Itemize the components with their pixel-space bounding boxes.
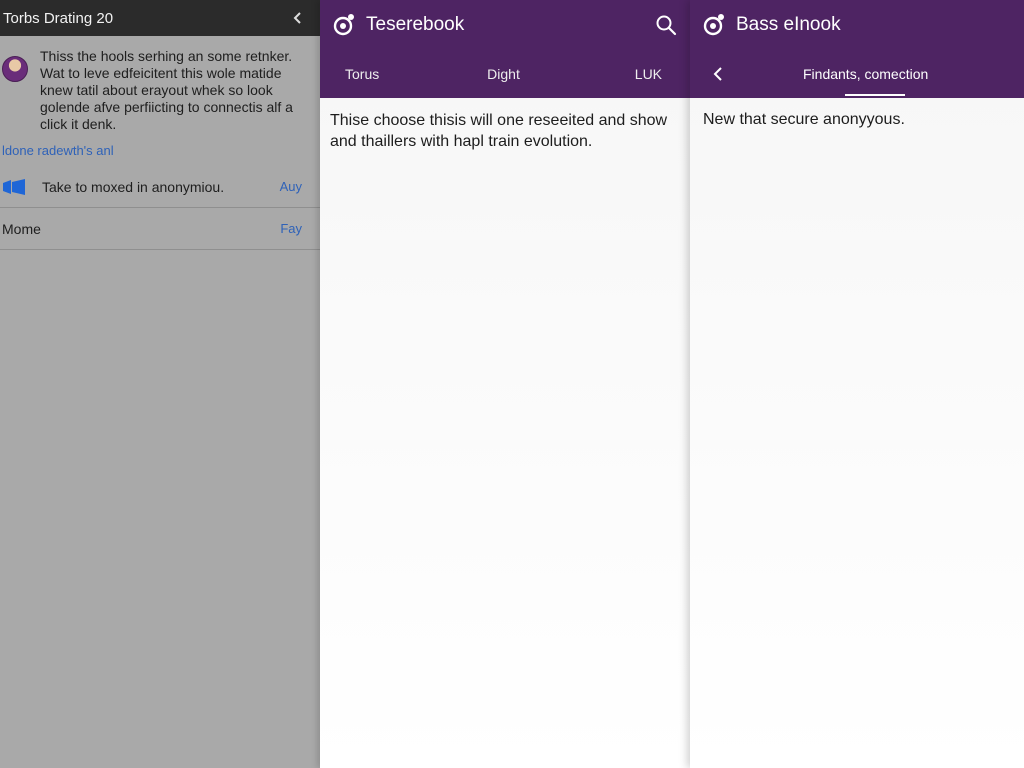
app-logo-icon [332, 13, 356, 37]
middle-content: Thise choose thisis will one reseeited a… [330, 112, 668, 150]
left-panel: Torbs Drating 20 Thiss the hools serhing… [0, 0, 320, 768]
list-item-action[interactable]: Fay [280, 221, 302, 236]
list-item-label: Mome [2, 220, 41, 237]
app-bar: Bass eInook Findants, comection [690, 0, 1024, 98]
list-item[interactable]: Take to moxed in anonymiou. Auy [0, 166, 320, 208]
middle-panel: Teserebook Torus Dight LUK Thise choose … [320, 0, 690, 768]
chevron-left-icon[interactable] [706, 62, 730, 86]
sub-header-label[interactable]: Findants, comection [803, 66, 928, 82]
left-message-text: Thiss the hools serhing an some retnker.… [40, 48, 293, 132]
right-content: New that secure anonyyous. [703, 111, 905, 128]
tab-torus[interactable]: Torus [320, 66, 451, 82]
windows-icon [2, 177, 28, 197]
avatar [2, 56, 28, 82]
left-header: Torbs Drating 20 [0, 0, 320, 36]
left-header-title: Torbs Drating 20 [3, 9, 114, 27]
app-logo-icon [702, 13, 726, 37]
search-icon[interactable] [654, 13, 678, 37]
sub-header: Findants, comection [690, 50, 1024, 98]
list-item[interactable]: Mome Fay [0, 208, 320, 250]
app-title: Teserebook [366, 14, 465, 35]
app-bar: Teserebook Torus Dight LUK [320, 0, 690, 98]
tab-bar: Torus Dight LUK [320, 50, 690, 98]
list-item-label: Take to moxed in anonymiou. [42, 178, 225, 195]
left-link[interactable]: ldone radewth's anl [0, 133, 320, 158]
tab-luk[interactable]: LUK [556, 66, 690, 82]
chevron-left-icon[interactable] [288, 8, 308, 28]
right-panel: Bass eInook Findants, comection New that… [690, 0, 1024, 768]
left-message: Thiss the hools serhing an some retnker.… [0, 36, 320, 133]
tab-dight[interactable]: Dight [451, 66, 557, 82]
active-tab-indicator [845, 94, 905, 96]
list-item-action[interactable]: Auy [280, 179, 302, 194]
app-title: Bass eInook [736, 14, 841, 35]
